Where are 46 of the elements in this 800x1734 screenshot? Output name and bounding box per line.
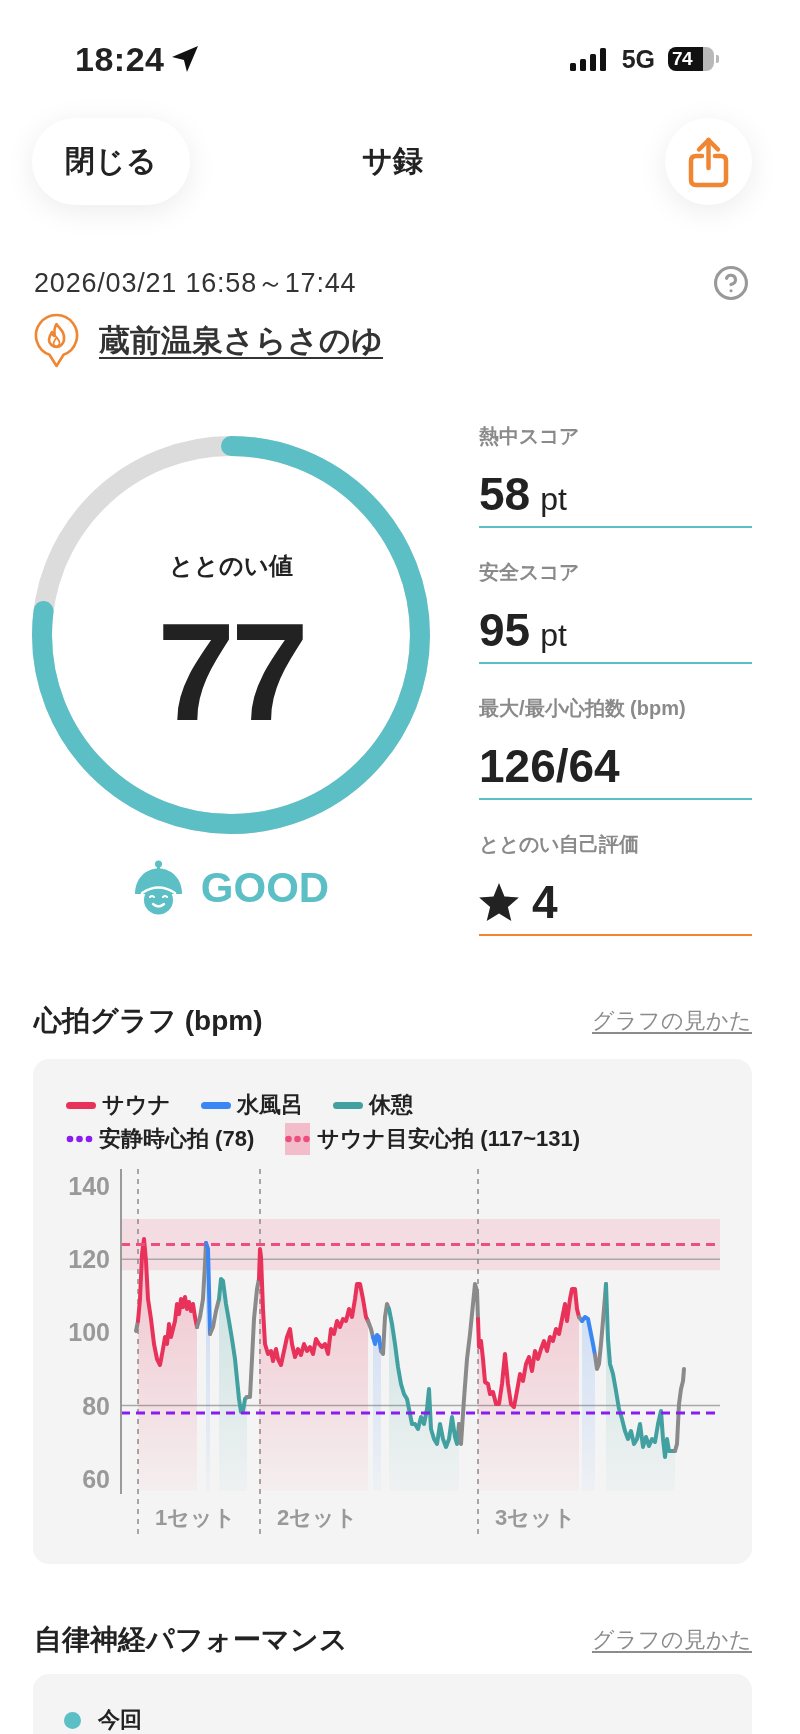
section-title: 心拍グラフ (bpm): [34, 1004, 263, 1038]
set-label: 1セット: [155, 1504, 237, 1530]
help-icon[interactable]: [714, 266, 748, 300]
y-axis-label: 140: [68, 1172, 110, 1200]
set-label: 2セット: [277, 1504, 359, 1530]
metric-value: 58: [479, 469, 531, 519]
score-value: 77: [157, 602, 305, 742]
page-title: サ録: [361, 143, 423, 179]
transition-heart-rate-segment: [379, 1302, 391, 1356]
battery-indicator: 74: [668, 47, 719, 71]
metric-value: 4: [532, 877, 558, 927]
metric-value: 95: [479, 605, 531, 655]
location-arrow-icon: [172, 46, 199, 72]
close-button[interactable]: 閉じる: [32, 118, 190, 205]
legend-label: サウナ: [102, 1091, 171, 1119]
star-icon: [479, 883, 519, 921]
metric-label: 最大/最小心拍数 (bpm): [479, 696, 687, 721]
status-time: 18:24: [75, 42, 165, 76]
y-axis-label: 80: [82, 1391, 110, 1420]
section-title: 自律神経パフォーマンス: [34, 1623, 348, 1657]
flame-pin-icon: [33, 313, 80, 368]
legend-label: 安静時心拍 (78): [99, 1125, 255, 1153]
legend-label: サウナ目安心拍 (117~131): [317, 1125, 581, 1153]
metric-unit: pt: [540, 617, 567, 654]
metric-label: ととのい自己評価: [479, 832, 640, 857]
transition-heart-rate-segment: [366, 1319, 375, 1339]
legend-label: 今回: [98, 1706, 142, 1734]
facility-link[interactable]: 蔵前温泉さらさのゆ: [99, 319, 383, 362]
set-label: 3セット: [495, 1504, 577, 1530]
legend-label: 水風呂: [237, 1091, 303, 1119]
share-icon: [688, 135, 729, 188]
signal-icon: [569, 47, 607, 71]
y-axis-label: 100: [68, 1318, 110, 1347]
score-label: ととのい値: [169, 551, 293, 581]
transition-heart-rate-segment: [577, 1315, 584, 1323]
hat-face-icon: [132, 860, 184, 915]
y-axis-label: 60: [82, 1464, 110, 1493]
session-datetime: 2026/03/21 16:58～17:44: [34, 267, 357, 300]
metric-label: 熱中スコア: [479, 424, 580, 449]
legend-label: 休憩: [369, 1091, 413, 1119]
y-axis-label: 120: [68, 1245, 110, 1274]
rating-text: GOOD: [200, 866, 330, 909]
network-type: 5G: [621, 46, 655, 72]
metric-value: 126/64: [479, 741, 620, 791]
metric-unit: pt: [540, 481, 567, 518]
metric-label: 安全スコア: [479, 560, 580, 585]
